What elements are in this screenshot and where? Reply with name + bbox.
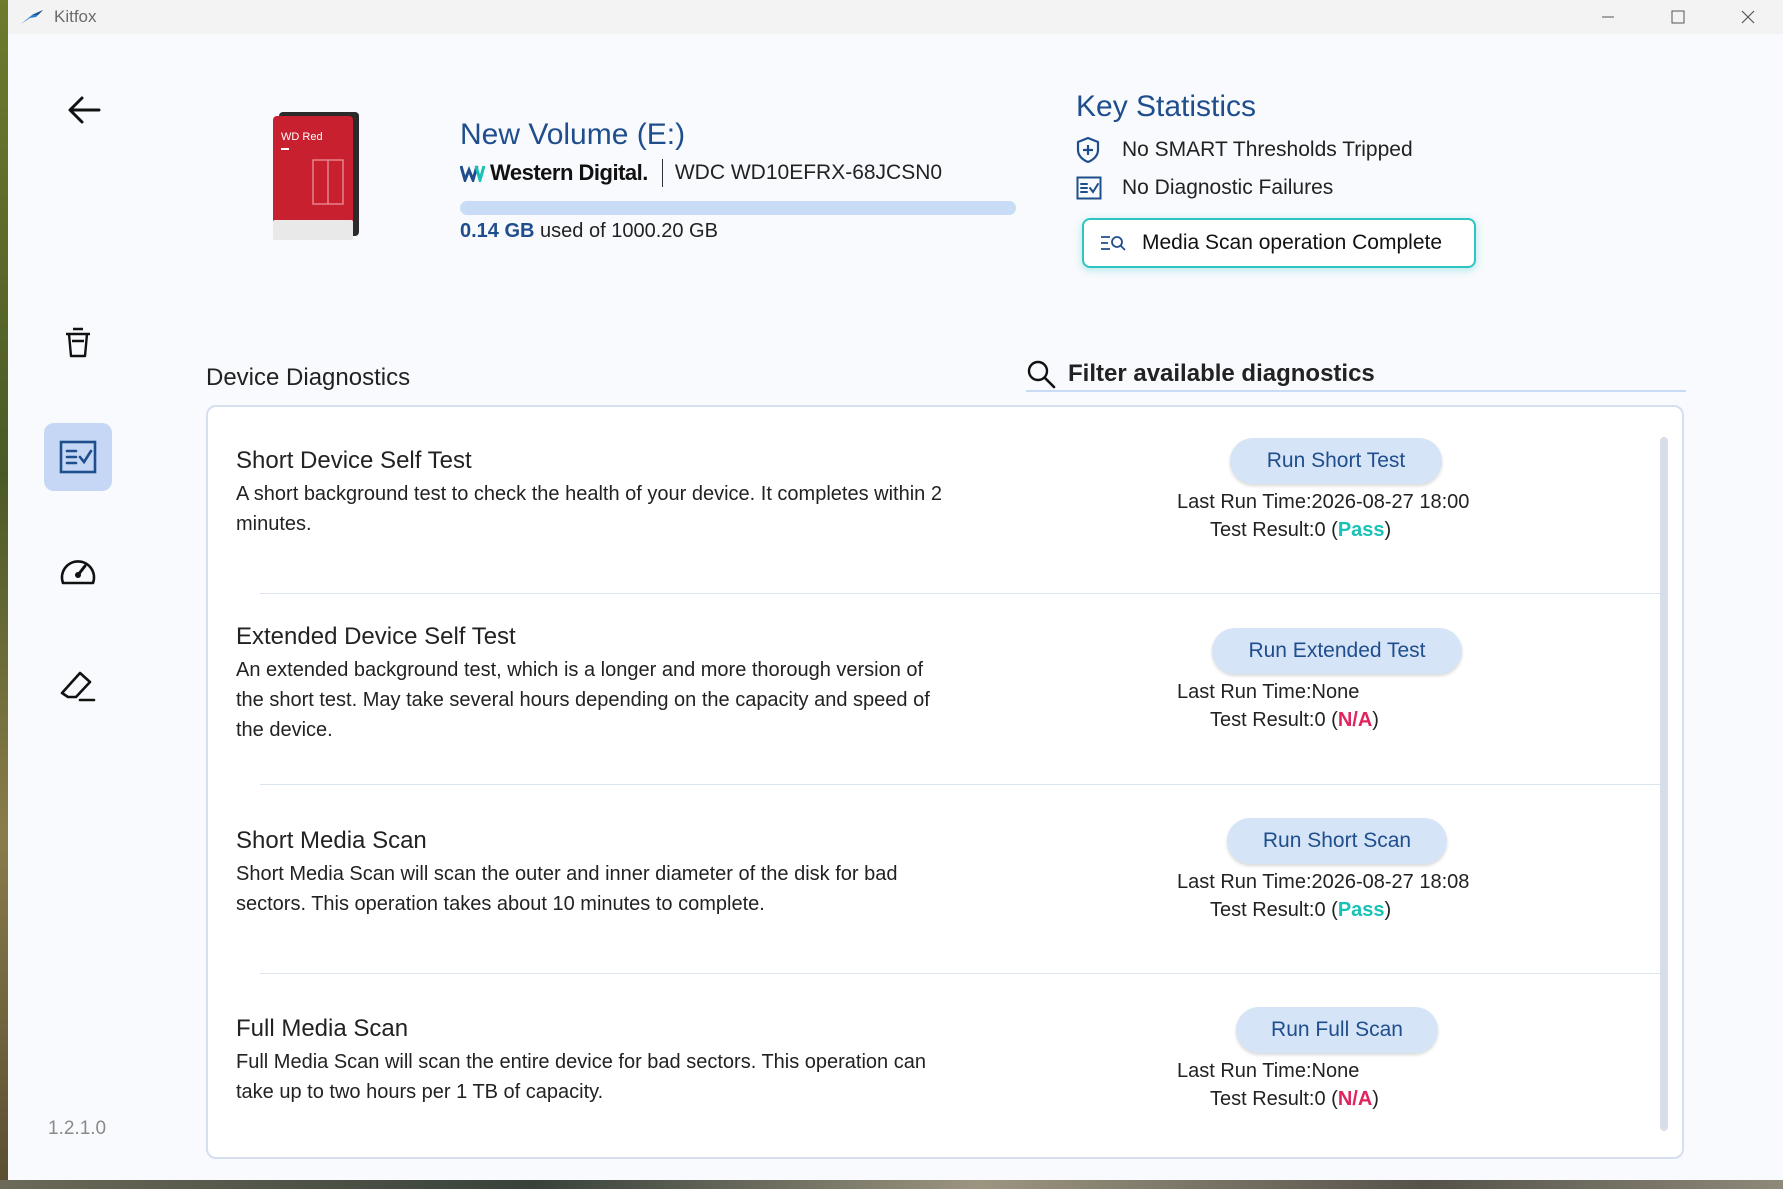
app-window: Kitfox 1.2.1.0 WD Red New Volume (E:) We… <box>8 0 1783 1180</box>
trash-bin-icon <box>66 327 90 358</box>
test-result: Test Result:0 (Pass) <box>1210 519 1391 542</box>
minimize-button[interactable] <box>1573 0 1643 34</box>
window-title: Kitfox <box>54 7 97 26</box>
arrow-left-icon <box>68 96 101 124</box>
sidebar-item-diagnostics[interactable] <box>44 423 112 491</box>
last-run-time: Last Run Time:2026-08-27 18:08 <box>1177 871 1470 893</box>
usage-bar <box>460 201 1016 215</box>
back-button[interactable] <box>58 84 110 136</box>
result-suffix: ) <box>1372 709 1379 731</box>
desktop-background-strip <box>0 0 8 1189</box>
search-icon <box>1027 360 1056 389</box>
drive-label: WD Red <box>281 131 323 143</box>
run-short-scan-button[interactable]: Run Short Scan <box>1227 818 1447 864</box>
diagnostics-panel: Short Device Self Test A short backgroun… <box>206 405 1684 1159</box>
result-suffix: ) <box>1384 899 1392 921</box>
filter-bar <box>1026 358 1686 392</box>
western-digital-logo-icon <box>460 164 486 182</box>
used-amount: 0.14 GB <box>460 220 535 242</box>
stat-smart-thresholds: No SMART Thresholds Tripped <box>1076 134 1413 166</box>
item-description: Short Media Scan will scan the outer and… <box>236 863 898 915</box>
test-result: Test Result:0 (Pass) <box>1210 899 1391 922</box>
sidebar-item-performance[interactable] <box>44 538 112 606</box>
item-title: Short Device Self Test <box>236 447 472 474</box>
result-prefix: Test Result:0 ( <box>1210 1088 1338 1110</box>
shield-plus-icon <box>1076 136 1106 164</box>
run-full-scan-button[interactable]: Run Full Scan <box>1236 1007 1438 1053</box>
item-divider <box>260 784 1660 785</box>
sidebar-item-erase[interactable] <box>44 651 112 719</box>
checklist-icon <box>59 440 97 474</box>
checklist-icon <box>1076 176 1106 200</box>
result-status-badge: Pass <box>1337 899 1385 921</box>
app-version: 1.2.1.0 <box>48 1118 107 1139</box>
stat-text: No Diagnostic Failures <box>1122 176 1334 199</box>
run-short-test-button[interactable]: Run Short Test <box>1230 438 1442 484</box>
brand-row: Western Digital. WDC WD10EFRX-68JCSN0 <box>460 158 942 188</box>
key-statistics-title: Key Statistics <box>1076 90 1257 123</box>
diagnostics-scrollbar[interactable] <box>1660 437 1668 1131</box>
test-result: Test Result:0 (N/A) <box>1210 709 1379 732</box>
usage-text: 0.14 GB used of 1000.20 GB <box>460 220 718 243</box>
brand-divider <box>661 159 663 187</box>
status-pill-text: Media Scan operation Complete <box>1142 231 1443 254</box>
last-run-time: Last Run Time:2026-08-27 18:00 <box>1177 491 1470 513</box>
result-prefix: Test Result:0 ( <box>1210 899 1338 921</box>
sidebar: 1.2.1.0 <box>8 34 148 1180</box>
last-run-time: Last Run Time:None <box>1177 1060 1360 1082</box>
drive-image: WD Red <box>271 110 363 240</box>
maximize-button[interactable] <box>1643 0 1713 34</box>
result-prefix: Test Result:0 ( <box>1210 709 1338 731</box>
title-bar: Kitfox <box>8 0 1783 34</box>
item-title: Extended Device Self Test <box>236 623 516 650</box>
test-result: Test Result:0 (N/A) <box>1210 1088 1379 1111</box>
item-description: Full Media Scan will scan the entire dev… <box>236 1051 926 1103</box>
stat-diagnostic-failures: No Diagnostic Failures <box>1076 172 1333 204</box>
filter-input[interactable] <box>1066 359 1670 389</box>
brand-name: Western Digital. <box>490 160 648 185</box>
run-extended-test-button[interactable]: Run Extended Test <box>1212 628 1462 674</box>
device-diagnostics-title: Device Diagnostics <box>206 364 411 391</box>
last-run-time: Last Run Time:None <box>1177 681 1360 703</box>
sidebar-item-overview[interactable] <box>44 308 112 376</box>
speedometer-icon <box>60 560 96 585</box>
drive-model: WDC WD10EFRX-68JCSN0 <box>674 161 943 184</box>
media-scan-status-pill[interactable]: Media Scan operation Complete <box>1082 218 1476 268</box>
item-description: A short background test to check the hea… <box>236 483 942 535</box>
item-description: An extended background test, which is a … <box>236 659 930 741</box>
desktop-background-strip-bottom <box>0 1180 1783 1189</box>
result-suffix: ) <box>1372 1088 1379 1110</box>
scan-search-icon <box>1100 234 1126 252</box>
result-prefix: Test Result:0 ( <box>1210 519 1338 541</box>
stat-text: No SMART Thresholds Tripped <box>1122 138 1413 161</box>
eraser-icon <box>60 671 96 702</box>
result-suffix: ) <box>1384 519 1392 541</box>
result-status-badge: N/A <box>1337 1088 1373 1110</box>
kitfox-logo-icon <box>20 7 46 27</box>
result-status-badge: N/A <box>1337 709 1373 731</box>
volume-title: New Volume (E:) <box>460 118 686 151</box>
item-title: Short Media Scan <box>236 827 427 854</box>
window-controls <box>1573 0 1783 34</box>
used-suffix: used of 1000.20 GB <box>540 220 718 242</box>
item-divider <box>260 593 1660 594</box>
item-divider <box>260 973 1660 974</box>
close-button[interactable] <box>1713 0 1783 34</box>
result-status-badge: Pass <box>1337 519 1385 541</box>
item-title: Full Media Scan <box>236 1015 409 1042</box>
